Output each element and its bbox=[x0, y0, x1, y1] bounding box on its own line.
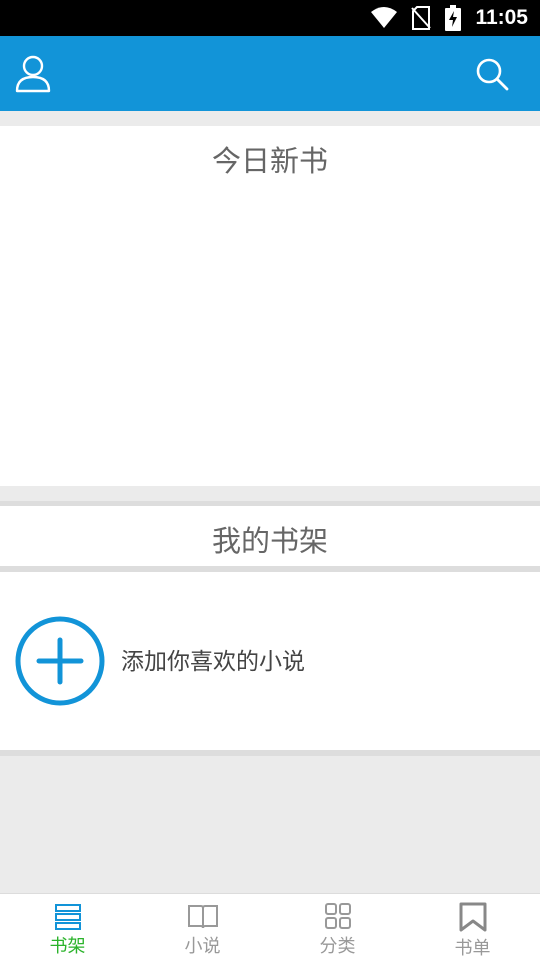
my-bookshelf-title: 我的书架 bbox=[211, 524, 328, 558]
add-circle-icon bbox=[15, 616, 105, 706]
no-sim-icon bbox=[411, 6, 432, 30]
bottom-nav: 书架 小说 分类 书单 bbox=[0, 893, 540, 961]
status-time: 11:05 bbox=[475, 6, 528, 29]
battery-charging-icon bbox=[445, 5, 462, 31]
grid-icon bbox=[324, 903, 351, 929]
add-novel-label: 添加你喜欢的小说 bbox=[121, 649, 305, 675]
book-icon bbox=[187, 905, 218, 929]
tab-novel-label: 小说 bbox=[184, 936, 221, 957]
user-icon bbox=[15, 55, 51, 93]
tab-booklist[interactable]: 书单 bbox=[405, 894, 540, 961]
bookmark-icon bbox=[459, 902, 486, 932]
status-icons: 11:05 bbox=[371, 0, 528, 36]
app-bar bbox=[0, 36, 540, 111]
tab-bookshelf-label: 书架 bbox=[49, 936, 86, 957]
add-row-divider bbox=[0, 750, 540, 756]
tab-category[interactable]: 分类 bbox=[270, 894, 405, 961]
tab-novel[interactable]: 小说 bbox=[135, 894, 270, 961]
wifi-icon bbox=[371, 7, 398, 28]
profile-button[interactable] bbox=[11, 52, 55, 96]
status-bar: 11:05 bbox=[0, 0, 540, 36]
today-new-books-section: 今日新书 bbox=[0, 126, 540, 486]
section-gap bbox=[0, 486, 540, 501]
tab-category-label: 分类 bbox=[319, 936, 356, 957]
search-icon bbox=[476, 58, 509, 91]
my-bookshelf-header: 我的书架 bbox=[0, 506, 540, 566]
search-button[interactable] bbox=[470, 52, 514, 96]
bookshelf-icon bbox=[54, 904, 81, 930]
tab-bookshelf[interactable]: 书架 bbox=[0, 894, 135, 961]
today-new-books-title: 今日新书 bbox=[211, 144, 328, 178]
tab-booklist-label: 书单 bbox=[454, 938, 491, 959]
add-novel-button[interactable]: 添加你喜欢的小说 bbox=[0, 572, 540, 750]
